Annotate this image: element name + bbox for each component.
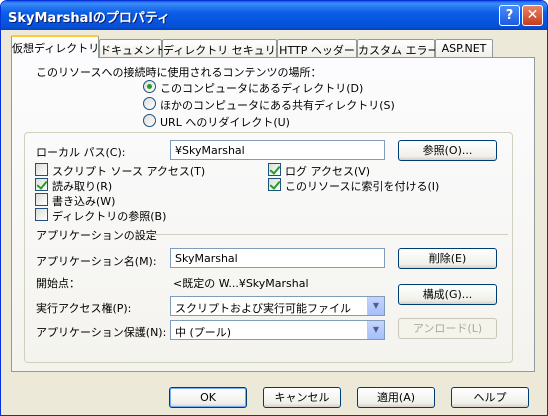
checkbox-directory-browsing-label: ディレクトリの参照(B) [52, 210, 167, 223]
app-name-input[interactable]: SkyMarshal [170, 248, 385, 268]
app-protection-label: アプリケーション保護(N): [36, 326, 167, 339]
radio-shared-directory[interactable] [143, 97, 156, 110]
app-name-label: アプリケーション名(M): [36, 255, 157, 268]
execute-permissions-value: スクリプトおよび実行可能ファイル [175, 302, 351, 315]
ok-button[interactable]: OK [169, 387, 247, 408]
radio-url-redirect-label: URL へのリダイレクト(U) [160, 116, 290, 129]
configure-button[interactable]: 構成(G)... [398, 284, 497, 305]
checkbox-directory-browsing[interactable] [35, 208, 48, 221]
checkbox-write-label: 書き込み(W) [52, 195, 116, 208]
radio-shared-directory-label: ほかのコンピュータにある共有ディレクトリ(S) [160, 99, 395, 112]
start-point-label: 開始点： [36, 277, 80, 290]
checkbox-script-source[interactable] [35, 163, 48, 176]
app-settings-heading: アプリケーションの設定 [36, 229, 157, 242]
chevron-down-icon[interactable]: ▼ [367, 297, 384, 315]
unload-button[interactable]: アンロード(L) [398, 318, 497, 339]
local-path-label: ローカル パス(C): [36, 146, 126, 159]
browse-button[interactable]: 参照(O)... [398, 140, 497, 161]
apply-button[interactable]: 適用(A) [357, 387, 435, 408]
execute-permissions-label: 実行アクセス権(P): [36, 302, 132, 315]
checkbox-write[interactable] [35, 193, 48, 206]
checkbox-script-source-label: スクリプト ソース アクセス(T) [52, 165, 206, 178]
checkbox-read-label: 読み取り(R) [52, 180, 113, 193]
start-point-value: <既定の W...¥SkyMarshal [173, 277, 309, 290]
content-location-heading: このリソースへの接続時に使用されるコンテンツの場所： [36, 66, 322, 79]
checkbox-log-access[interactable] [268, 163, 281, 176]
app-settings-divider [150, 234, 508, 235]
radio-local-directory[interactable] [143, 80, 156, 93]
app-protection-value: 中 (プール) [175, 326, 232, 339]
cancel-button[interactable]: キャンセル [263, 387, 341, 408]
execute-permissions-select[interactable]: スクリプトおよび実行可能ファイル ▼ [170, 296, 385, 316]
checkbox-read[interactable] [35, 178, 48, 191]
help-button[interactable]: ヘルプ [451, 387, 529, 408]
checkbox-index-resource-label: このリソースに索引を付ける(I) [285, 180, 440, 193]
app-protection-select[interactable]: 中 (プール) ▼ [170, 320, 385, 340]
chevron-down-icon[interactable]: ▼ [367, 321, 384, 339]
local-path-input[interactable]: ¥SkyMarshal [170, 140, 385, 160]
checkbox-log-access-label: ログ アクセス(V) [285, 165, 371, 178]
checkbox-index-resource[interactable] [268, 178, 281, 191]
radio-local-directory-label: このコンピュータにあるディレクトリ(D) [160, 82, 364, 95]
radio-url-redirect[interactable] [143, 114, 156, 127]
remove-button[interactable]: 削除(E) [398, 248, 497, 269]
